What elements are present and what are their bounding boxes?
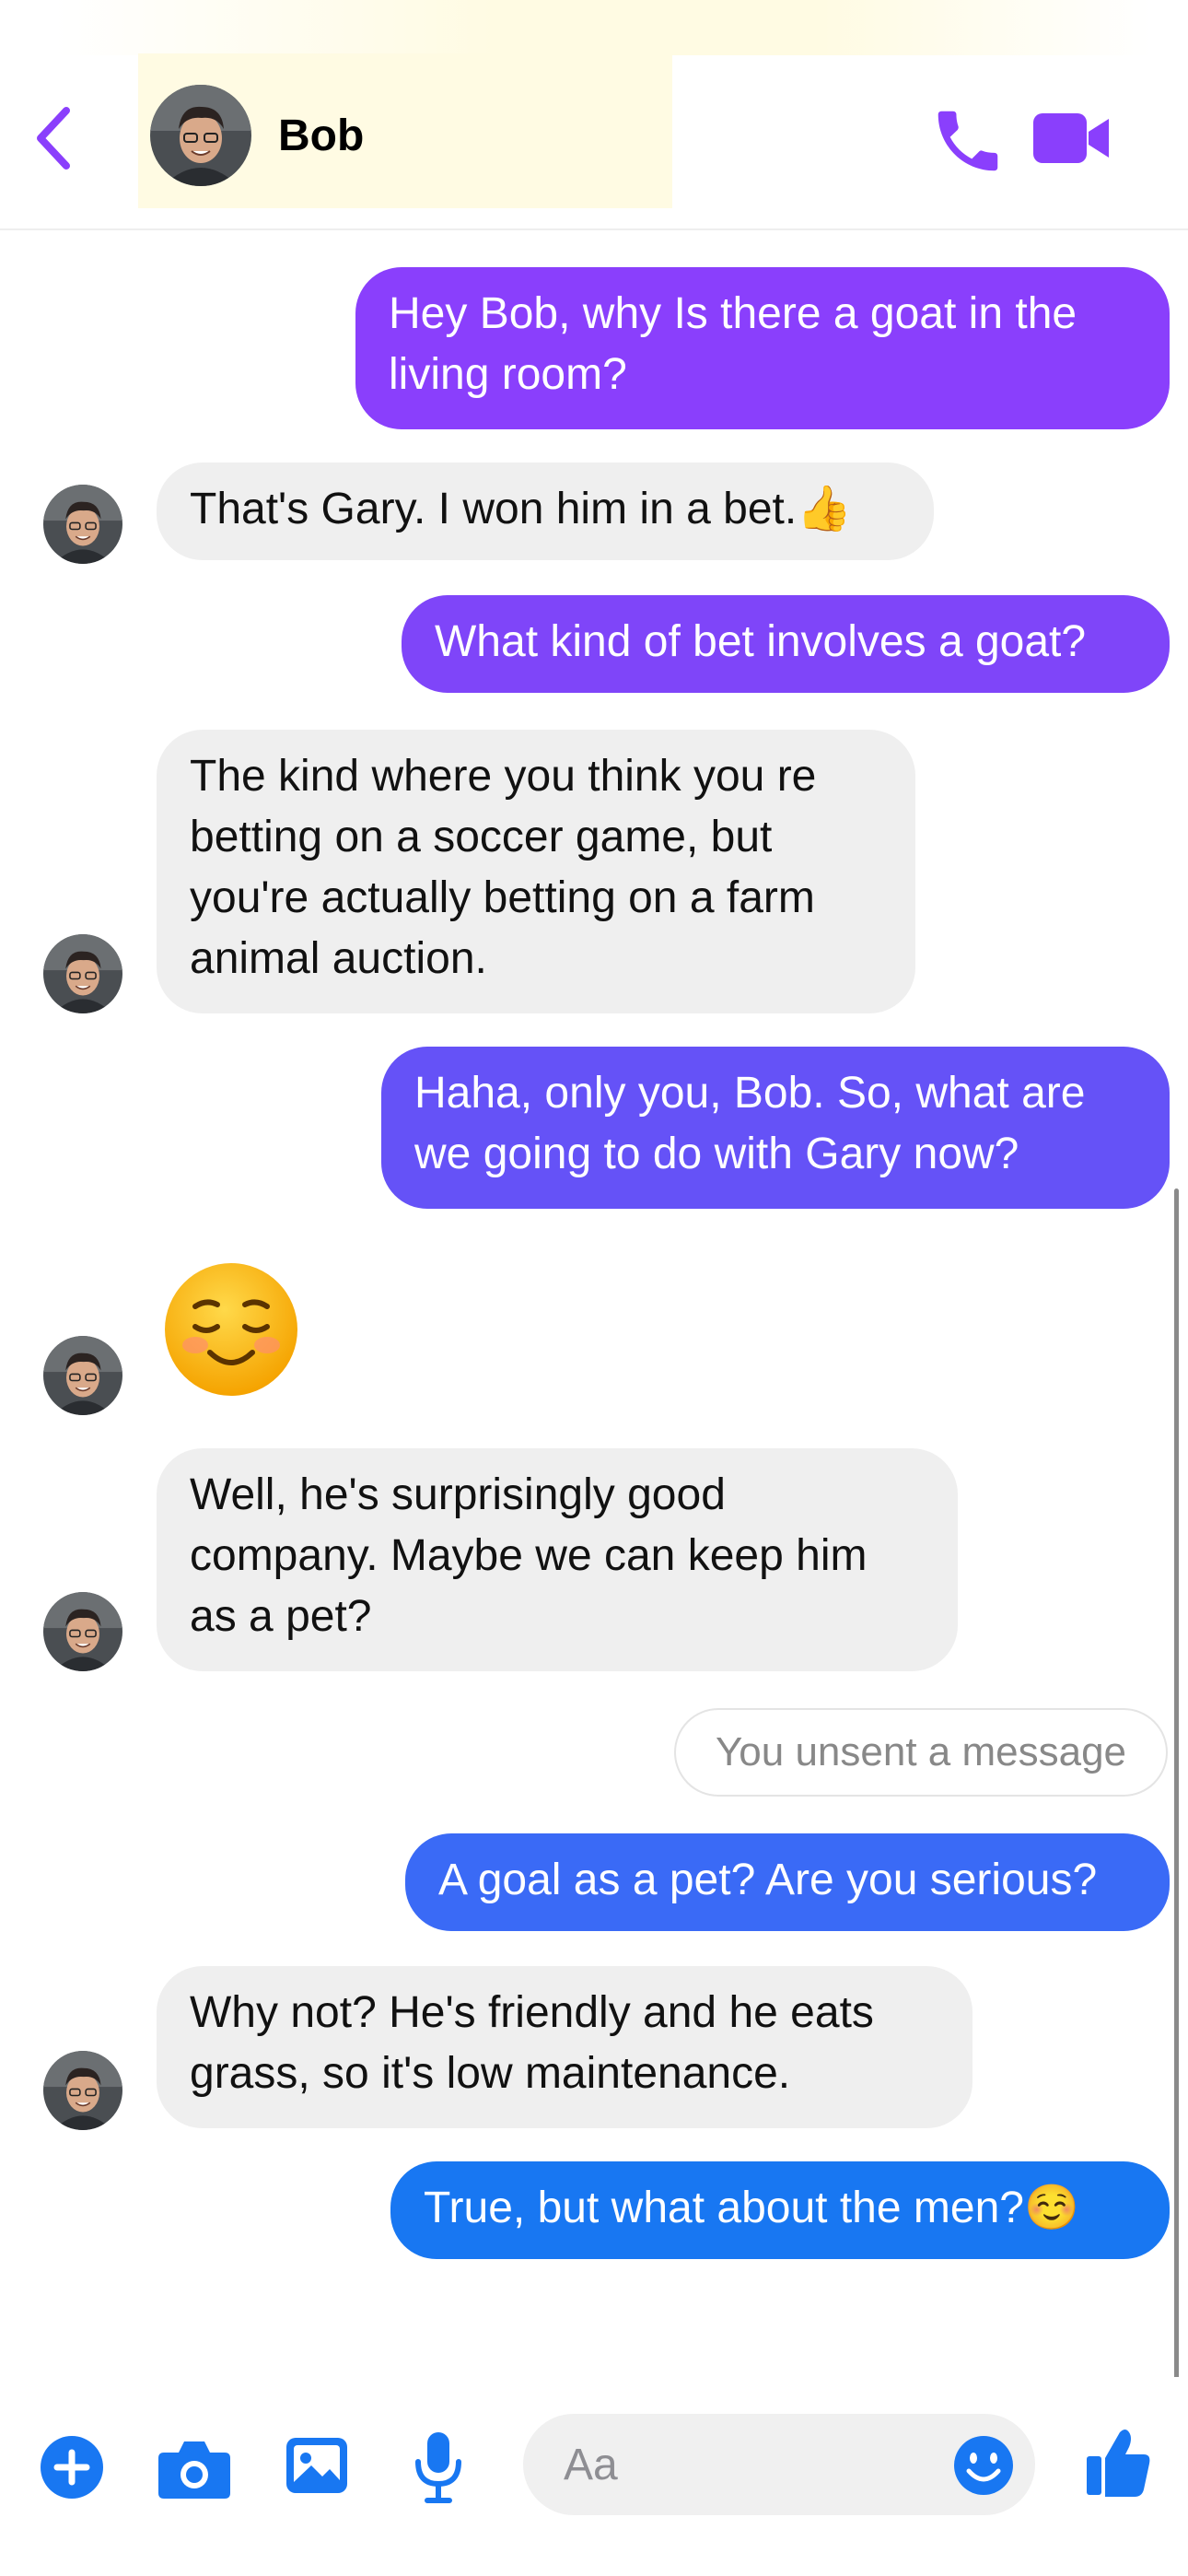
back-button[interactable] bbox=[28, 101, 83, 175]
message-input[interactable] bbox=[564, 2414, 914, 2515]
incoming-message[interactable]: Why not? He's friendly and he eats grass… bbox=[157, 1966, 973, 2128]
person-avatar-icon bbox=[150, 85, 251, 186]
emoji-message[interactable] bbox=[162, 1260, 300, 1403]
voice-message-button[interactable] bbox=[411, 2430, 466, 2509]
bob-avatar[interactable] bbox=[43, 934, 122, 1013]
video-call-button[interactable] bbox=[1031, 106, 1112, 170]
message-input-container[interactable] bbox=[523, 2414, 1035, 2515]
bob-avatar[interactable] bbox=[43, 1336, 122, 1415]
more-actions-button[interactable] bbox=[39, 2434, 105, 2505]
microphone-icon bbox=[415, 2432, 461, 2503]
incoming-message[interactable]: The kind where you think you re betting … bbox=[157, 730, 915, 1013]
emoji-icon bbox=[954, 2436, 1013, 2495]
plus-icon bbox=[41, 2436, 103, 2499]
person-avatar-icon bbox=[43, 1336, 122, 1415]
smiling-face-emoji-icon bbox=[165, 1263, 297, 1396]
contact-name[interactable]: Bob bbox=[278, 111, 364, 161]
send-like-button[interactable] bbox=[1085, 2425, 1153, 2503]
header-highlight bbox=[55, 0, 1151, 55]
thumbs-up-icon bbox=[1087, 2430, 1150, 2497]
person-avatar-icon bbox=[43, 934, 122, 1013]
voice-call-button[interactable] bbox=[928, 101, 1007, 181]
chevron-left-icon bbox=[37, 107, 70, 170]
outgoing-message[interactable]: Haha, only you, Bob. So, what are we goi… bbox=[381, 1047, 1170, 1209]
outgoing-message[interactable]: True, but what about the men?☺️ bbox=[390, 2161, 1170, 2259]
emoji-button[interactable] bbox=[952, 2434, 1015, 2501]
contact-avatar[interactable] bbox=[150, 85, 251, 186]
camera-button[interactable] bbox=[157, 2436, 232, 2505]
bob-avatar[interactable] bbox=[43, 1592, 122, 1671]
person-avatar-icon bbox=[43, 1592, 122, 1671]
person-avatar-icon bbox=[43, 485, 122, 564]
incoming-message[interactable]: That's Gary. I won him in a bet.👍 bbox=[157, 463, 934, 560]
bob-avatar[interactable] bbox=[43, 485, 122, 564]
incoming-message[interactable]: Well, he's surprisingly good company. Ma… bbox=[157, 1448, 958, 1671]
outgoing-message[interactable]: What kind of bet involves a goat? bbox=[402, 595, 1170, 693]
phone-icon bbox=[938, 111, 998, 171]
camera-icon bbox=[158, 2441, 230, 2499]
outgoing-message[interactable]: Hey Bob, why Is there a goat in the livi… bbox=[355, 267, 1170, 429]
scrollbar[interactable] bbox=[1174, 1188, 1179, 2506]
gallery-button[interactable] bbox=[284, 2434, 350, 2503]
unsent-message-notice: You unsent a message bbox=[674, 1708, 1168, 1797]
bob-avatar[interactable] bbox=[43, 2051, 122, 2130]
image-icon bbox=[286, 2438, 347, 2493]
outgoing-message[interactable]: A goal as a pet? Are you serious? bbox=[405, 1833, 1170, 1931]
chat-header: Bob bbox=[0, 0, 1188, 230]
person-avatar-icon bbox=[43, 2051, 122, 2130]
message-composer bbox=[0, 2377, 1188, 2576]
video-camera-icon bbox=[1033, 113, 1109, 163]
